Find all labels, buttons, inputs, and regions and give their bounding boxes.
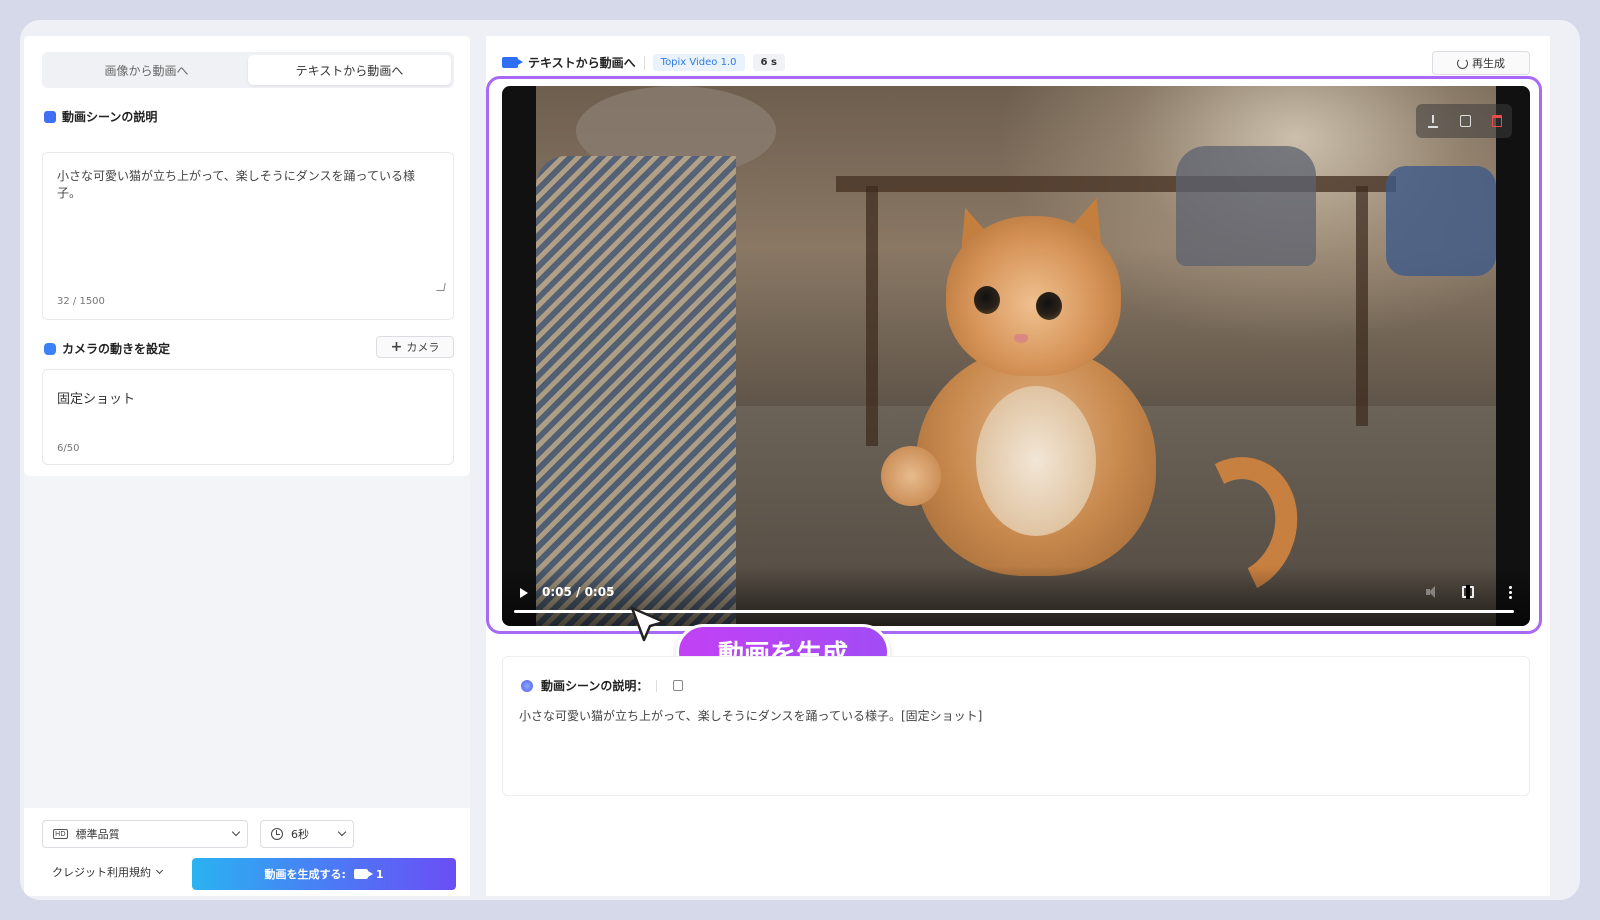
edit-doc-icon <box>44 110 56 123</box>
description-card: 動画シーンの説明： 小さな可愛い猫が立ち上がって、楽しそうにダンスを踊っている様… <box>502 656 1530 796</box>
divider <box>656 679 658 692</box>
add-camera-label: カメラ <box>406 341 440 354</box>
more-options-icon[interactable] <box>1509 585 1512 599</box>
duration-badge: 6 s <box>752 54 785 71</box>
cat-chest <box>976 386 1096 536</box>
quality-value: 標準品質 <box>75 828 120 841</box>
scene-section-label: 動画シーンの説明 <box>62 110 158 124</box>
hd-icon: HD <box>53 829 68 839</box>
generate-bar: HD 標準品質 6秒 クレジット利用規約 動画を生成する: 1 <box>24 808 470 896</box>
camera-motion-input[interactable]: 固定ショット 6/50 <box>42 369 454 465</box>
play-icon[interactable] <box>520 588 528 598</box>
chevron-down-icon <box>337 827 347 837</box>
credit-terms-link[interactable]: クレジット利用規約 <box>52 864 164 880</box>
add-camera-button[interactable]: + カメラ <box>376 336 454 358</box>
camera-section-title: カメラの動きを設定 <box>44 340 170 357</box>
scene-description-input[interactable]: 小さな可愛い猫が立ち上がって、楽しそうにダンスを踊っている様子。 32 / 15… <box>42 152 454 320</box>
plus-icon: + <box>390 339 403 355</box>
generate-credits: 1 <box>375 867 384 881</box>
generate-video-button[interactable]: 動画を生成する: 1 <box>192 858 456 890</box>
duration-select[interactable]: 6秒 <box>260 820 354 848</box>
cat-eye <box>974 286 1000 314</box>
video-player[interactable]: 0:05 / 0:05 <box>502 86 1530 626</box>
tab-image-to-video[interactable]: 画像から動画へ <box>45 55 248 85</box>
download-icon[interactable] <box>1426 114 1440 128</box>
cat-paw <box>881 446 941 506</box>
regenerate-label: 再生成 <box>1472 57 1505 70</box>
video-toolbar <box>1416 104 1512 138</box>
table-leg <box>866 186 878 446</box>
table-leg <box>1356 186 1368 426</box>
chevron-down-icon <box>231 827 241 837</box>
camera-char-count: 6/50 <box>57 443 80 454</box>
clock-icon <box>271 828 283 840</box>
description-text: 小さな可愛い猫が立ち上がって、楽しそうにダンスを踊っている様子。[固定ショット] <box>519 709 983 723</box>
sofa <box>536 156 736 626</box>
camera-icon <box>44 342 56 355</box>
volume-icon[interactable] <box>1426 586 1438 598</box>
video-camera-icon <box>502 57 523 68</box>
left-panel: 画像から動画へ テキストから動画へ 動画シーンの説明 小さな可愛い猫が立ち上がっ… <box>24 36 470 896</box>
copy-icon[interactable] <box>673 680 684 691</box>
scene-description-text[interactable]: 小さな可愛い猫が立ち上がって、楽しそうにダンスを踊っている様子。 <box>57 167 437 201</box>
scene-section-title: 動画シーンの説明 <box>44 108 157 125</box>
result-title: テキストから動画へ <box>528 56 636 70</box>
refresh-icon <box>1457 57 1468 69</box>
quality-select[interactable]: HD 標準品質 <box>42 820 248 848</box>
scene-char-count: 32 / 1500 <box>57 296 105 307</box>
chevron-down-icon <box>155 866 164 875</box>
delete-icon[interactable] <box>1491 115 1502 127</box>
generate-label: 動画を生成する: <box>264 868 346 881</box>
result-panel: テキストから動画へ Topix Video 1.0 6 s 再生成 0:05 /… <box>486 36 1550 896</box>
regenerate-button[interactable]: 再生成 <box>1432 51 1530 75</box>
description-title: 動画シーンの説明： <box>541 679 649 693</box>
result-header: テキストから動画へ Topix Video 1.0 6 s <box>502 54 785 71</box>
mouse-cursor-icon <box>630 606 666 642</box>
camera-motion-text[interactable]: 固定ショット <box>57 388 135 407</box>
description-header: 動画シーンの説明： <box>521 677 684 694</box>
app-frame: 画像から動画へ テキストから動画へ 動画シーンの説明 小さな可愛い猫が立ち上がっ… <box>20 20 1580 900</box>
model-badge: Topix Video 1.0 <box>652 54 745 71</box>
cat-head <box>946 216 1121 376</box>
cat-eye <box>1036 292 1062 320</box>
resize-handle[interactable] <box>436 283 446 291</box>
credit-terms-label: クレジット利用規約 <box>52 866 151 879</box>
settings-card: 画像から動画へ テキストから動画へ 動画シーンの説明 小さな可愛い猫が立ち上がっ… <box>24 36 470 476</box>
location-pin-icon <box>521 679 533 692</box>
chair <box>1386 166 1496 276</box>
fullscreen-icon[interactable] <box>1462 585 1474 599</box>
camera-section-label: カメラの動きを設定 <box>62 342 171 356</box>
time-display: 0:05 / 0:05 <box>542 585 615 599</box>
video-frame-cat <box>536 86 1496 626</box>
edit-icon[interactable] <box>1460 115 1472 127</box>
chair <box>1176 146 1316 266</box>
divider <box>643 55 645 70</box>
cat-nose <box>1014 334 1028 343</box>
mode-tabs: 画像から動画へ テキストから動画へ <box>42 52 454 88</box>
video-camera-icon <box>353 869 373 879</box>
tab-text-to-video[interactable]: テキストから動画へ <box>248 55 451 85</box>
duration-value: 6秒 <box>291 828 309 841</box>
